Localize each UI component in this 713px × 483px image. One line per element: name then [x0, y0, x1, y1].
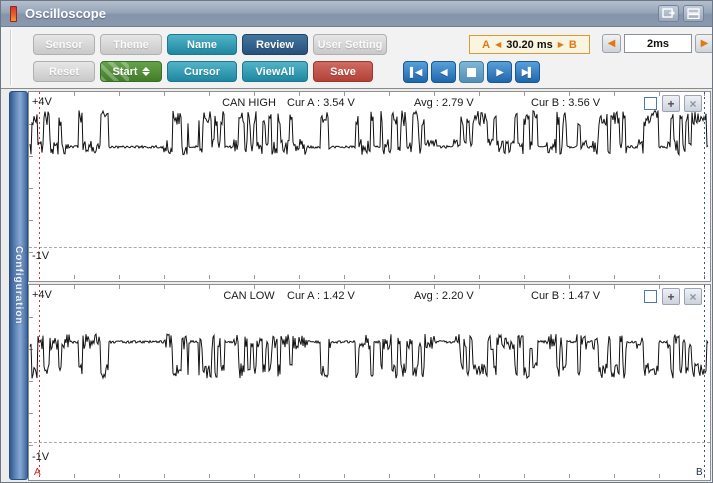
cursor-a-label: A: [482, 39, 490, 51]
average-measurement: Avg : 2.20 V: [414, 290, 474, 302]
scope-panels: +4V CAN HIGH Cur A : 3.54 V Avg : 2.79 V…: [28, 91, 711, 481]
toolbar-row-1: Sensor Theme Name Review User Setting: [33, 34, 387, 55]
layout-list-glyph: [687, 8, 700, 19]
panel-zoom-icon[interactable]: +: [662, 95, 680, 112]
toolbar-row-2: Reset Start Cursor ViewAll Save: [33, 61, 373, 82]
ab-time-value: 30.20 ms: [506, 39, 552, 51]
oscilloscope-window: Oscilloscope Sensor Theme Name Review Us…: [0, 0, 713, 483]
configuration-tab[interactable]: Configuration: [9, 91, 28, 480]
scale-top-label: +4V: [32, 289, 52, 301]
ab-time-readout: A ◀ 30.20 ms ▶ B: [469, 35, 590, 54]
stop-icon: [467, 68, 476, 77]
start-updown-icon: [142, 67, 150, 76]
export-window-icon[interactable]: [658, 5, 679, 22]
can-high-waveform: [29, 92, 710, 281]
sensor-button[interactable]: Sensor: [33, 34, 95, 55]
cursor-b-measurement: Cur B : 1.47 V: [531, 290, 600, 302]
toolbar: Sensor Theme Name Review User Setting Re…: [1, 27, 712, 89]
cursor-b-line[interactable]: [704, 92, 705, 281]
cursor-b-label: B: [569, 39, 577, 51]
panel-zoom-icon[interactable]: +: [662, 288, 680, 305]
viewall-button[interactable]: ViewAll: [242, 61, 308, 82]
scale-bottom-label: -1V: [32, 250, 49, 262]
app-icon: [10, 6, 17, 22]
cursor-button[interactable]: Cursor: [167, 61, 237, 82]
cursor-b-measurement: Cur B : 3.56 V: [531, 97, 600, 109]
title-bar: Oscilloscope: [1, 1, 712, 27]
skip-to-start-button[interactable]: ▌◀: [403, 61, 428, 83]
cursor-a-tag: A: [34, 467, 41, 478]
panel-can-high: +4V CAN HIGH Cur A : 3.54 V Avg : 2.79 V…: [28, 91, 711, 282]
timebase-value[interactable]: 2ms: [624, 34, 692, 53]
timebase-control: ◀ 2ms ▶: [602, 34, 713, 53]
toolbar-separator: [10, 30, 11, 85]
export-window-glyph: [662, 8, 675, 19]
can-low-waveform: [29, 285, 710, 480]
cursor-b-tag: B: [696, 467, 703, 478]
layout-list-icon[interactable]: [683, 5, 704, 22]
configuration-tab-label: Configuration: [13, 246, 24, 325]
window-title: Oscilloscope: [25, 6, 106, 21]
scope-main-area: Configuration +4V CAN HIGH Cur A : 3.54 …: [1, 89, 712, 483]
scale-top-label: +4V: [32, 96, 52, 108]
name-button[interactable]: Name: [167, 34, 237, 55]
step-back-button[interactable]: ◀: [431, 61, 456, 83]
cursor-a-measurement: Cur A : 1.42 V: [287, 290, 355, 302]
panel-can-low: +4V CAN LOW Cur A : 1.42 V Avg : 2.20 V …: [28, 284, 711, 481]
save-button[interactable]: Save: [313, 61, 373, 82]
playback-transport: ▌◀ ◀ ▶ ▶▌: [403, 61, 540, 83]
channel-select-checkbox[interactable]: [644, 290, 657, 303]
skip-to-end-button[interactable]: ▶▌: [515, 61, 540, 83]
timebase-increase-button[interactable]: ▶: [695, 34, 713, 53]
cursor-b-arrow-icon[interactable]: ▶: [558, 40, 564, 49]
reset-button[interactable]: Reset: [33, 61, 95, 82]
review-button[interactable]: Review: [242, 34, 308, 55]
start-button[interactable]: Start: [100, 61, 162, 82]
stop-button[interactable]: [459, 61, 484, 83]
average-measurement: Avg : 2.79 V: [414, 97, 474, 109]
panel-close-icon[interactable]: ×: [684, 288, 702, 305]
scale-bottom-label: -1V: [32, 451, 49, 463]
user-setting-button[interactable]: User Setting: [313, 34, 387, 55]
cursor-a-measurement: Cur A : 3.54 V: [287, 97, 355, 109]
panel-close-icon[interactable]: ×: [684, 95, 702, 112]
timebase-decrease-button[interactable]: ◀: [602, 34, 621, 53]
cursor-b-line[interactable]: [704, 285, 705, 480]
theme-button[interactable]: Theme: [100, 34, 162, 55]
cursor-a-arrow-icon[interactable]: ◀: [495, 40, 501, 49]
channel-select-checkbox[interactable]: [644, 97, 657, 110]
play-button[interactable]: ▶: [487, 61, 512, 83]
